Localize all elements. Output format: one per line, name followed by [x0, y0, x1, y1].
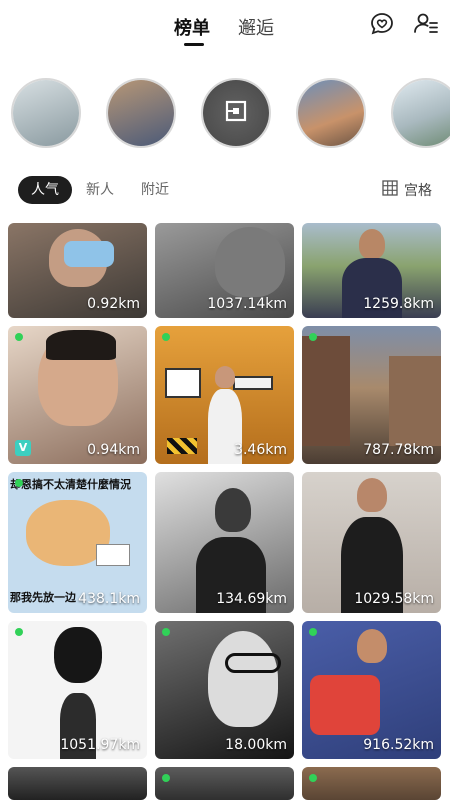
online-dot	[15, 333, 23, 341]
online-dot	[309, 774, 317, 782]
filter-new[interactable]: 新人	[86, 176, 114, 204]
user-tile[interactable]: 却恩搞不太清楚什麼情況 那我先放一边 438.1km	[8, 472, 147, 613]
story-row	[0, 78, 450, 150]
distance-label: 0.94km	[87, 442, 140, 458]
online-dot	[15, 628, 23, 636]
sign	[165, 368, 201, 398]
building	[302, 336, 350, 446]
distance-label: 438.1km	[78, 591, 140, 607]
story-avatar[interactable]	[391, 78, 450, 148]
distance-label: 0.92km	[87, 296, 140, 312]
online-dot	[162, 628, 170, 636]
user-tile[interactable]	[302, 767, 441, 800]
user-list-icon[interactable]	[412, 10, 440, 38]
distance-label: 916.52km	[363, 737, 434, 753]
user-tile[interactable]: 18.00km	[155, 621, 294, 759]
filter-bar: 人气 新人 附近 宫格	[0, 172, 450, 208]
user-tile[interactable]: 1259.8km	[302, 223, 441, 318]
top-header: 榜单 邂逅	[0, 0, 450, 60]
building	[389, 356, 441, 446]
distance-label: 1051.97km	[60, 737, 140, 753]
distance-label: 1037.14km	[207, 296, 287, 312]
glasses	[225, 653, 281, 673]
online-dot	[15, 479, 23, 487]
red-bag	[310, 675, 380, 735]
face-mask	[64, 241, 114, 267]
sign	[233, 376, 273, 390]
user-tile[interactable]: 0.92km	[8, 223, 147, 318]
user-tile[interactable]: V 0.94km	[8, 326, 147, 464]
online-dot	[309, 628, 317, 636]
distance-label: 1259.8km	[363, 296, 434, 312]
distance-label: 1029.58km	[354, 591, 434, 607]
distance-label: 18.00km	[225, 737, 287, 753]
figure	[54, 627, 102, 683]
filter-popular[interactable]: 人气	[18, 176, 72, 204]
online-dot	[309, 333, 317, 341]
user-tile[interactable]: 1037.14km	[155, 223, 294, 318]
warning-stripes	[167, 438, 197, 454]
online-dot	[162, 333, 170, 341]
grid-icon	[382, 180, 398, 200]
story-avatar[interactable]	[296, 78, 366, 148]
user-tile[interactable]	[155, 767, 294, 800]
user-tile[interactable]: 3.46km	[155, 326, 294, 464]
grid-label: 宫格	[404, 183, 432, 199]
online-dot	[162, 774, 170, 782]
story-avatar[interactable]	[106, 78, 176, 148]
story-avatar[interactable]	[11, 78, 81, 148]
story-avatar[interactable]	[201, 78, 271, 148]
grid-view-toggle[interactable]: 宫格	[382, 176, 432, 204]
user-tile[interactable]: 1051.97km	[8, 621, 147, 759]
user-tile[interactable]: 916.52km	[302, 621, 441, 759]
brand-logo-icon	[225, 100, 247, 126]
heart-chat-icon[interactable]	[368, 10, 396, 38]
meme-caption-bottom: 那我先放一边	[10, 591, 76, 604]
tab-encounter[interactable]: 邂逅	[238, 14, 274, 40]
user-tile[interactable]: 1029.58km	[302, 472, 441, 613]
user-tile[interactable]: 787.78km	[302, 326, 441, 464]
user-tile[interactable]: 134.69km	[155, 472, 294, 613]
meme-caption-top: 却恩搞不太清楚什麼情況	[10, 478, 131, 491]
active-tab-indicator	[184, 43, 204, 46]
vip-badge: V	[15, 440, 31, 456]
user-tile[interactable]	[8, 767, 147, 800]
hair	[46, 330, 116, 360]
tab-ranking[interactable]: 榜单	[174, 14, 210, 40]
filter-nearby[interactable]: 附近	[141, 176, 169, 204]
tissue-box	[96, 544, 130, 566]
distance-label: 134.69km	[216, 591, 287, 607]
distance-label: 3.46km	[234, 442, 287, 458]
distance-label: 787.78km	[363, 442, 434, 458]
